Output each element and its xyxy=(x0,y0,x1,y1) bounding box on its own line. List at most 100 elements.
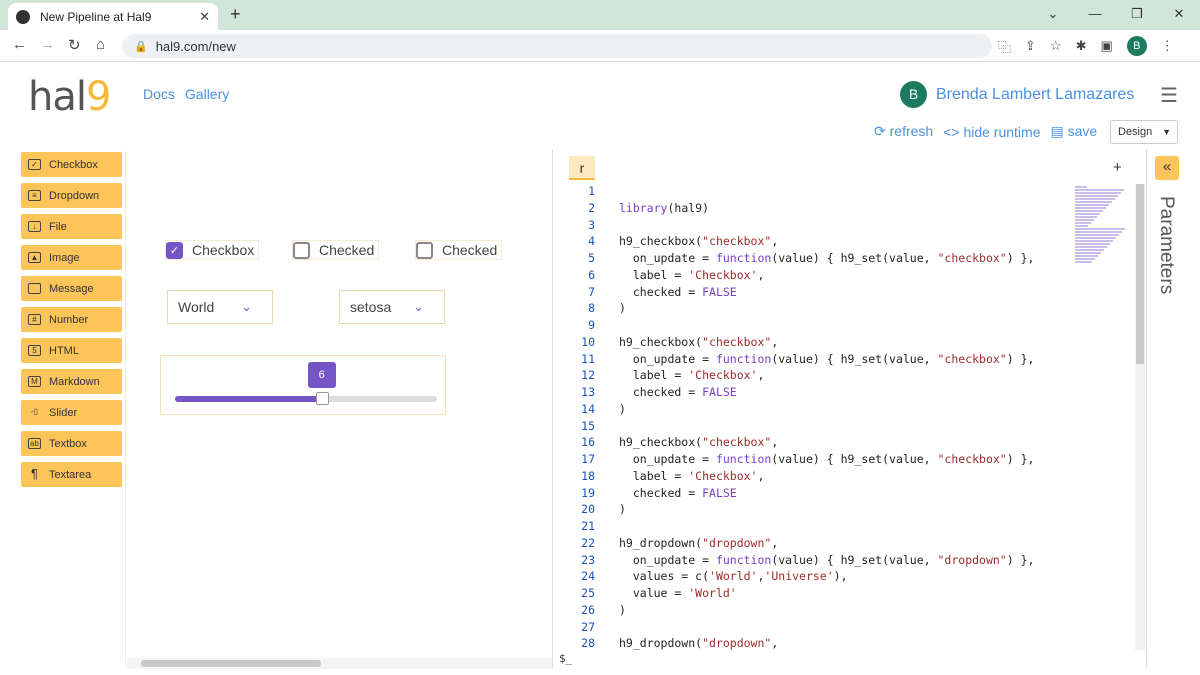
avatar[interactable]: B xyxy=(900,81,927,108)
line-number: 1 xyxy=(588,184,595,198)
home-icon[interactable]: ⌂ xyxy=(96,36,105,53)
checkbox-icon: ✓ xyxy=(28,159,41,170)
palette-item-message[interactable]: Message xyxy=(21,276,122,301)
code-line: ) xyxy=(619,401,626,416)
nav-gallery[interactable]: Gallery xyxy=(185,86,229,102)
code-line: ) xyxy=(619,301,626,316)
hamburger-menu-icon[interactable]: ☰ xyxy=(1160,83,1178,108)
close-window-icon[interactable]: ✕ xyxy=(1158,0,1200,30)
browser-tab[interactable]: New Pipeline at Hal9 ✕ xyxy=(8,3,218,30)
dropdown-value: setosa xyxy=(350,299,392,315)
chevron-down-icon: ⌄ xyxy=(241,299,252,314)
component-palette: ✓ Checkbox ≡ Dropdown ↓ File ▲ Image Message… xyxy=(0,150,126,668)
checkbox-unchecked-icon[interactable] xyxy=(293,241,310,259)
editor-tab-r[interactable]: r xyxy=(569,156,595,180)
line-number: 11 xyxy=(581,351,595,366)
url-field[interactable]: 🔒 hal9.com/new xyxy=(122,34,992,58)
line-number: 18 xyxy=(581,468,595,483)
translate-icon[interactable]: ⿻ xyxy=(998,37,1011,56)
code-line: checked = FALSE xyxy=(619,485,737,500)
code-editor: r + 1 2 library(hal9) 3 4 h9_checkbox("checkb… xyxy=(552,150,1146,668)
line-number: 2 xyxy=(588,200,595,215)
checkbox-label: Checked xyxy=(319,242,375,258)
palette-label: Textarea xyxy=(49,468,92,481)
extensions-icon[interactable]: ✱ xyxy=(1076,38,1087,54)
browser-menu-icon[interactable]: ⋮ xyxy=(1161,38,1174,54)
code-line: checked = FALSE xyxy=(619,385,737,399)
save-button[interactable]: ▤ save xyxy=(1051,123,1098,140)
line-number: 5 xyxy=(588,251,595,265)
bookmark-star-icon[interactable]: ☆ xyxy=(1050,38,1062,54)
hide-runtime-button[interactable]: <> hide runtime xyxy=(943,124,1040,140)
code-line: label = 'Checkbox', xyxy=(619,267,765,282)
tab-search-icon[interactable]: ⌄ xyxy=(1032,0,1074,30)
slider-track[interactable]: 6 xyxy=(175,362,437,405)
canvas-checkbox-3[interactable]: Checked xyxy=(415,240,503,260)
code-line: ) xyxy=(619,602,626,617)
hal9-logo[interactable]: hal9 xyxy=(28,74,111,120)
logo-accent: 9 xyxy=(85,74,111,120)
palette-item-file[interactable]: ↓ File xyxy=(21,214,122,239)
mode-select[interactable]: Design ▼ xyxy=(1110,120,1178,144)
textarea-icon: ¶ xyxy=(31,466,38,481)
canvas-checkbox-1[interactable]: ✓ Checkbox xyxy=(165,240,260,260)
code-line: h9_checkbox("checkbox", xyxy=(619,334,779,349)
code-line: on_update = function(value) { h9_set(val… xyxy=(619,251,1035,265)
checkbox-unchecked-icon[interactable] xyxy=(416,241,433,259)
line-number: 10 xyxy=(581,334,595,349)
restore-icon[interactable]: ❐ xyxy=(1116,0,1158,30)
scrollbar-thumb[interactable] xyxy=(1136,184,1144,364)
code-line: on_update = function(value) { h9_set(val… xyxy=(619,552,1035,567)
editor-vertical-scrollbar[interactable] xyxy=(1135,184,1145,650)
slider-fill xyxy=(175,396,322,402)
code-line: on_update = function(value) { h9_set(val… xyxy=(619,351,1035,366)
code-line: label = 'Checkbox', xyxy=(619,368,765,383)
palette-item-markdown[interactable]: M Markdown xyxy=(21,369,122,394)
palette-item-checkbox[interactable]: ✓ Checkbox xyxy=(21,152,122,177)
refresh-label: refresh xyxy=(889,123,934,139)
close-tab-icon[interactable]: ✕ xyxy=(199,9,210,25)
lock-icon[interactable]: 🔒 xyxy=(134,40,148,53)
palette-item-dropdown[interactable]: ≡ Dropdown xyxy=(21,183,122,208)
dropdown-icon: ≡ xyxy=(28,190,41,201)
palette-item-html[interactable]: 5 HTML xyxy=(21,338,122,363)
canvas-horizontal-scrollbar[interactable] xyxy=(127,658,552,669)
canvas-checkbox-2[interactable]: Checked xyxy=(292,240,380,260)
forward-icon[interactable]: → xyxy=(40,36,55,53)
palette-item-textarea[interactable]: ¶ Textarea xyxy=(21,462,122,487)
new-tab-icon[interactable]: + xyxy=(230,4,241,25)
back-icon[interactable]: ← xyxy=(12,36,27,53)
console-prompt[interactable]: $_ xyxy=(559,652,572,665)
user-menu[interactable]: B Brenda Lambert Lamazares xyxy=(900,81,1134,108)
palette-item-textbox[interactable]: ab Textbox xyxy=(21,431,122,456)
line-number: 20 xyxy=(581,502,595,517)
minimap-line xyxy=(1075,225,1088,227)
minimap-line xyxy=(1075,189,1124,191)
checkbox-label: Checked xyxy=(442,242,498,258)
user-name[interactable]: Brenda Lambert Lamazares xyxy=(936,86,1134,104)
parameters-title: Parameters xyxy=(1156,196,1177,295)
reload-icon[interactable]: ↻ xyxy=(68,36,81,54)
checkbox-checked-icon[interactable]: ✓ xyxy=(166,241,183,259)
collapse-panel-icon[interactable]: « xyxy=(1155,156,1179,180)
canvas-dropdown-1[interactable]: World ⌄ xyxy=(167,290,273,324)
palette-item-number[interactable]: # Number xyxy=(21,307,122,332)
minimap-line xyxy=(1075,213,1100,215)
code-line: on_update = function(value) { h9_set(val… xyxy=(619,452,1035,466)
refresh-button[interactable]: ⟳ refresh xyxy=(874,123,933,140)
minimize-icon[interactable]: — xyxy=(1074,0,1116,30)
profile-avatar[interactable]: B xyxy=(1126,36,1147,56)
slider-thumb[interactable] xyxy=(315,392,329,405)
code-minimap[interactable] xyxy=(1073,186,1133,266)
nav-docs[interactable]: Docs xyxy=(143,86,175,102)
palette-item-slider[interactable]: -▯ Slider xyxy=(21,400,122,425)
markdown-icon: M xyxy=(28,376,41,387)
palette-item-image[interactable]: ▲ Image xyxy=(21,245,122,270)
minimap-line xyxy=(1075,261,1092,263)
canvas-dropdown-2[interactable]: setosa ⌄ xyxy=(339,290,445,324)
scrollbar-thumb[interactable] xyxy=(141,660,321,667)
add-tab-icon[interactable]: + xyxy=(1113,159,1122,176)
side-panel-icon[interactable]: ▣ xyxy=(1100,38,1112,54)
file-icon: ↓ xyxy=(28,221,41,232)
share-icon[interactable]: ⇪ xyxy=(1025,38,1036,54)
